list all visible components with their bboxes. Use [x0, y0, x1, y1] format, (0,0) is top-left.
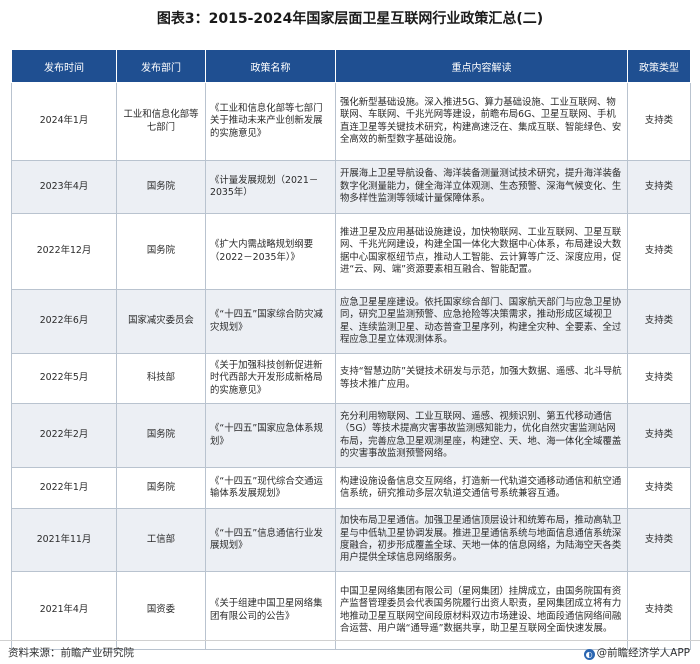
cell-dept: 国务院	[116, 467, 206, 509]
header-dept: 发布部门	[116, 49, 206, 83]
cell-content: 推进卫星及应用基础设施建设，加快物联网、工业互联网、卫星互联网、千兆光网建设，构…	[335, 213, 628, 290]
cell-type: 支持类	[627, 571, 691, 650]
table-row: 2021年4月 国资委 《关于组建中国卫星网络集团有限公司的公告》 中国卫星网络…	[11, 571, 691, 650]
cell-date: 2023年4月	[11, 160, 117, 214]
cell-type: 支持类	[627, 82, 691, 161]
cell-name: 《“十四五”国家应急体系规划》	[205, 403, 336, 468]
cell-dept: 工信部	[116, 508, 206, 572]
table-row: 2022年2月 国务院 《“十四五”国家应急体系规划》 充分利用物联网、工业互联…	[11, 403, 691, 468]
cell-type: 支持类	[627, 213, 691, 290]
table-header-row: 发布时间 发布部门 政策名称 重点内容解读 政策类型	[11, 49, 691, 83]
cell-content: 充分利用物联网、工业互联网、遥感、视频识别、第五代移动通信（5G）等技术提高灾害…	[335, 403, 628, 468]
cell-dept: 国务院	[116, 213, 206, 290]
cell-dept: 国务院	[116, 160, 206, 214]
cell-content: 构建设施设备信息交互网络，打造新一代轨道交通移动通信和航空通信系统，研究推动多层…	[335, 467, 628, 509]
header-name: 政策名称	[205, 49, 336, 83]
cell-date: 2021年11月	[11, 508, 117, 572]
table-row: 2022年6月 国家减灾委员会 《“十四五”国家综合防灾减灾规划》 应急卫星星座…	[11, 289, 691, 354]
cell-content: 中国卫星网络集团有限公司（星网集团）挂牌成立，由国务院国有资产监督管理委员会代表…	[335, 571, 628, 650]
cell-content: 应急卫星星座建设。依托国家综合部门、国家航天部门与应急卫星协同，研究卫星监测预警…	[335, 289, 628, 354]
cell-name: 《“十四五”现代综合交通运输体系发展规划》	[205, 467, 336, 509]
cell-content: 强化新型基础设施。深入推进5G、算力基础设施、工业互联网、物联网、车联网、千兆光…	[335, 82, 628, 161]
brand-label: @前瞻经济学人APP	[596, 647, 690, 659]
cell-name: 《“十四五”国家综合防灾减灾规划》	[205, 289, 336, 354]
cell-date: 2024年1月	[11, 82, 117, 161]
source-note: 资料来源：前瞻产业研究院	[8, 647, 134, 659]
cell-date: 2022年5月	[11, 353, 117, 404]
table-row: 2022年5月 科技部 《关于加强科技创新促进新时代西部大开发形成新格局的实施意…	[11, 353, 691, 404]
cell-name: 《关于加强科技创新促进新时代西部大开发形成新格局的实施意见》	[205, 353, 336, 404]
cell-dept: 科技部	[116, 353, 206, 404]
cell-name: 《扩大内需战略规划纲要（2022－2035年）》	[205, 213, 336, 290]
cell-type: 支持类	[627, 289, 691, 354]
cell-dept: 国家减灾委员会	[116, 289, 206, 354]
footer: 资料来源：前瞻产业研究院 ◐ @前瞻经济学人APP	[0, 640, 700, 664]
cell-type: 支持类	[627, 403, 691, 468]
cell-name: 《工业和信息化部等七部门关于推动未来产业创新发展的实施意见》	[205, 82, 336, 161]
cell-content: 开展海上卫星导航设备、海洋装备测量测试技术研究，提升海洋装备数字化测量能力，健全…	[335, 160, 628, 214]
cell-dept: 国资委	[116, 571, 206, 650]
chart-title: 图表3：2015-2024年国家层面卫星互联网行业政策汇总(二)	[156, 11, 544, 27]
table-row: 2022年12月 国务院 《扩大内需战略规划纲要（2022－2035年）》 推进…	[11, 213, 691, 290]
cell-name: 《关于组建中国卫星网络集团有限公司的公告》	[205, 571, 336, 650]
cell-type: 支持类	[627, 467, 691, 509]
cell-type: 支持类	[627, 160, 691, 214]
cell-type: 支持类	[627, 353, 691, 404]
brand-mark: ◐ @前瞻经济学人APP	[583, 645, 690, 660]
cell-date: 2021年4月	[11, 571, 117, 650]
cell-name: 《计量发展规划（2021－2035年）	[205, 160, 336, 214]
cell-date: 2022年2月	[11, 403, 117, 468]
cell-date: 2022年12月	[11, 213, 117, 290]
header-date: 发布时间	[11, 49, 117, 83]
brand-logo-icon: ◐	[583, 649, 595, 660]
cell-type: 支持类	[627, 508, 691, 572]
cell-date: 2022年6月	[11, 289, 117, 354]
policy-table: 发布时间 发布部门 政策名称 重点内容解读 政策类型 2024年1月 工业和信息…	[11, 49, 691, 650]
cell-dept: 工业和信息化部等七部门	[116, 82, 206, 161]
header-type: 政策类型	[627, 49, 691, 83]
cell-date: 2022年1月	[11, 467, 117, 509]
cell-dept: 国务院	[116, 403, 206, 468]
cell-name: 《“十四五”信息通信行业发展规划》	[205, 508, 336, 572]
table-row: 2024年1月 工业和信息化部等七部门 《工业和信息化部等七部门关于推动未来产业…	[11, 82, 691, 161]
table-row: 2023年4月 国务院 《计量发展规划（2021－2035年） 开展海上卫星导航…	[11, 160, 691, 214]
cell-content: 支持“智慧边防”关键技术研发与示范，加强大数据、遥感、北斗导航等技术推广应用。	[335, 353, 628, 404]
table-row: 2021年11月 工信部 《“十四五”信息通信行业发展规划》 加快布局卫星通信。…	[11, 508, 691, 572]
header-content: 重点内容解读	[335, 49, 628, 83]
cell-content: 加快布局卫星通信。加强卫星通信顶层设计和统筹布局，推动高轨卫星与中低轨卫星协调发…	[335, 508, 628, 572]
table-row: 2022年1月 国务院 《“十四五”现代综合交通运输体系发展规划》 构建设施设备…	[11, 467, 691, 509]
